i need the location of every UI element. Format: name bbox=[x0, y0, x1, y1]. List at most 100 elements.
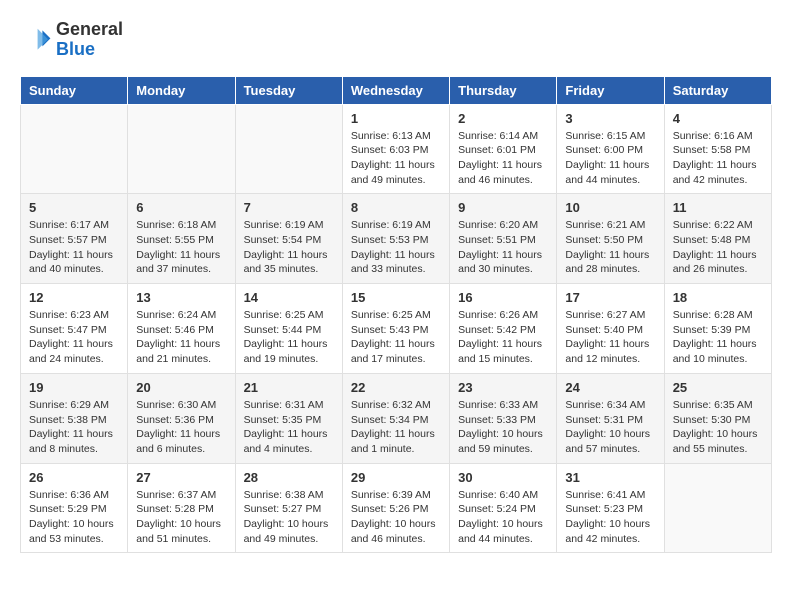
calendar-cell: 24 Sunrise: 6:34 AM Sunset: 5:31 PM Dayli… bbox=[557, 373, 664, 463]
day-of-week-header: Wednesday bbox=[342, 76, 449, 104]
calendar-cell bbox=[664, 463, 771, 553]
day-number: 27 bbox=[136, 470, 226, 485]
day-info: Sunrise: 6:39 AM Sunset: 5:26 PM Dayligh… bbox=[351, 488, 441, 547]
day-info: Sunrise: 6:38 AM Sunset: 5:27 PM Dayligh… bbox=[244, 488, 334, 547]
day-info: Sunrise: 6:34 AM Sunset: 5:31 PM Dayligh… bbox=[565, 398, 655, 457]
day-info: Sunrise: 6:40 AM Sunset: 5:24 PM Dayligh… bbox=[458, 488, 548, 547]
day-number: 3 bbox=[565, 111, 655, 126]
calendar-week-row: 19 Sunrise: 6:29 AM Sunset: 5:38 PM Dayli… bbox=[21, 373, 772, 463]
day-number: 17 bbox=[565, 290, 655, 305]
calendar-cell: 3 Sunrise: 6:15 AM Sunset: 6:00 PM Daylig… bbox=[557, 104, 664, 194]
day-number: 31 bbox=[565, 470, 655, 485]
calendar-cell: 6Sunrise: 6:18 AM Sunset: 5:55 PM Daylig… bbox=[128, 194, 235, 284]
day-info: Sunrise: 6:29 AM Sunset: 5:38 PM Dayligh… bbox=[29, 398, 119, 457]
calendar-cell: 20 Sunrise: 6:30 AM Sunset: 5:36 PM Dayli… bbox=[128, 373, 235, 463]
day-of-week-header: Sunday bbox=[21, 76, 128, 104]
calendar-cell: 12Sunrise: 6:23 AM Sunset: 5:47 PM Dayli… bbox=[21, 284, 128, 374]
day-info: Sunrise: 6:20 AM Sunset: 5:51 PM Dayligh… bbox=[458, 218, 548, 277]
calendar-cell: 31 Sunrise: 6:41 AM Sunset: 5:23 PM Dayli… bbox=[557, 463, 664, 553]
day-number: 24 bbox=[565, 380, 655, 395]
calendar-cell: 19 Sunrise: 6:29 AM Sunset: 5:38 PM Dayli… bbox=[21, 373, 128, 463]
calendar-cell: 26 Sunrise: 6:36 AM Sunset: 5:29 PM Dayli… bbox=[21, 463, 128, 553]
day-info: Sunrise: 6:33 AM Sunset: 5:33 PM Dayligh… bbox=[458, 398, 548, 457]
day-number: 30 bbox=[458, 470, 548, 485]
day-of-week-header: Saturday bbox=[664, 76, 771, 104]
calendar-cell: 29 Sunrise: 6:39 AM Sunset: 5:26 PM Dayli… bbox=[342, 463, 449, 553]
logo-icon bbox=[20, 24, 52, 56]
day-info: Sunrise: 6:37 AM Sunset: 5:28 PM Dayligh… bbox=[136, 488, 226, 547]
day-info: Sunrise: 6:19 AM Sunset: 5:53 PM Dayligh… bbox=[351, 218, 441, 277]
logo: General Blue bbox=[20, 20, 123, 60]
calendar-cell: 25Sunrise: 6:35 AM Sunset: 5:30 PM Dayli… bbox=[664, 373, 771, 463]
calendar-cell: 11 Sunrise: 6:22 AM Sunset: 5:48 PM Dayli… bbox=[664, 194, 771, 284]
day-info: Sunrise: 6:28 AM Sunset: 5:39 PM Dayligh… bbox=[673, 308, 763, 367]
calendar-cell: 15 Sunrise: 6:25 AM Sunset: 5:43 PM Dayli… bbox=[342, 284, 449, 374]
day-info: Sunrise: 6:36 AM Sunset: 5:29 PM Dayligh… bbox=[29, 488, 119, 547]
calendar-cell: 23 Sunrise: 6:33 AM Sunset: 5:33 PM Dayli… bbox=[450, 373, 557, 463]
day-number: 20 bbox=[136, 380, 226, 395]
day-number: 26 bbox=[29, 470, 119, 485]
day-info: Sunrise: 6:13 AM Sunset: 6:03 PM Dayligh… bbox=[351, 129, 441, 188]
day-number: 4 bbox=[673, 111, 763, 126]
calendar-cell bbox=[235, 104, 342, 194]
day-info: Sunrise: 6:19 AM Sunset: 5:54 PM Dayligh… bbox=[244, 218, 334, 277]
logo-text: General Blue bbox=[56, 20, 123, 60]
day-number: 25 bbox=[673, 380, 763, 395]
calendar-cell: 28 Sunrise: 6:38 AM Sunset: 5:27 PM Dayli… bbox=[235, 463, 342, 553]
day-info: Sunrise: 6:15 AM Sunset: 6:00 PM Dayligh… bbox=[565, 129, 655, 188]
day-number: 13 bbox=[136, 290, 226, 305]
day-number: 21 bbox=[244, 380, 334, 395]
day-info: Sunrise: 6:25 AM Sunset: 5:44 PM Dayligh… bbox=[244, 308, 334, 367]
day-number: 6 bbox=[136, 200, 226, 215]
calendar-cell: 16 Sunrise: 6:26 AM Sunset: 5:42 PM Dayli… bbox=[450, 284, 557, 374]
day-info: Sunrise: 6:21 AM Sunset: 5:50 PM Dayligh… bbox=[565, 218, 655, 277]
day-info: Sunrise: 6:14 AM Sunset: 6:01 PM Dayligh… bbox=[458, 129, 548, 188]
calendar-week-row: 12Sunrise: 6:23 AM Sunset: 5:47 PM Dayli… bbox=[21, 284, 772, 374]
day-info: Sunrise: 6:25 AM Sunset: 5:43 PM Dayligh… bbox=[351, 308, 441, 367]
page-header: General Blue bbox=[20, 20, 772, 60]
day-number: 19 bbox=[29, 380, 119, 395]
day-info: Sunrise: 6:24 AM Sunset: 5:46 PM Dayligh… bbox=[136, 308, 226, 367]
calendar-cell: 27 Sunrise: 6:37 AM Sunset: 5:28 PM Dayli… bbox=[128, 463, 235, 553]
day-number: 11 bbox=[673, 200, 763, 215]
calendar-cell: 9 Sunrise: 6:20 AM Sunset: 5:51 PM Daylig… bbox=[450, 194, 557, 284]
day-of-week-header: Monday bbox=[128, 76, 235, 104]
day-of-week-header: Tuesday bbox=[235, 76, 342, 104]
day-number: 9 bbox=[458, 200, 548, 215]
day-info: Sunrise: 6:22 AM Sunset: 5:48 PM Dayligh… bbox=[673, 218, 763, 277]
calendar-cell: 10Sunrise: 6:21 AM Sunset: 5:50 PM Dayli… bbox=[557, 194, 664, 284]
calendar-table: SundayMondayTuesdayWednesdayThursdayFrid… bbox=[20, 76, 772, 554]
day-info: Sunrise: 6:23 AM Sunset: 5:47 PM Dayligh… bbox=[29, 308, 119, 367]
calendar-cell: 2Sunrise: 6:14 AM Sunset: 6:01 PM Daylig… bbox=[450, 104, 557, 194]
day-number: 29 bbox=[351, 470, 441, 485]
day-number: 16 bbox=[458, 290, 548, 305]
day-info: Sunrise: 6:30 AM Sunset: 5:36 PM Dayligh… bbox=[136, 398, 226, 457]
day-number: 5 bbox=[29, 200, 119, 215]
day-number: 28 bbox=[244, 470, 334, 485]
day-info: Sunrise: 6:27 AM Sunset: 5:40 PM Dayligh… bbox=[565, 308, 655, 367]
calendar-cell: 5 Sunrise: 6:17 AM Sunset: 5:57 PM Daylig… bbox=[21, 194, 128, 284]
day-info: Sunrise: 6:32 AM Sunset: 5:34 PM Dayligh… bbox=[351, 398, 441, 457]
calendar-cell: 22 Sunrise: 6:32 AM Sunset: 5:34 PM Dayli… bbox=[342, 373, 449, 463]
calendar-cell: 4 Sunrise: 6:16 AM Sunset: 5:58 PM Daylig… bbox=[664, 104, 771, 194]
calendar-week-row: 26 Sunrise: 6:36 AM Sunset: 5:29 PM Dayli… bbox=[21, 463, 772, 553]
calendar-week-row: 5 Sunrise: 6:17 AM Sunset: 5:57 PM Daylig… bbox=[21, 194, 772, 284]
day-number: 15 bbox=[351, 290, 441, 305]
day-number: 22 bbox=[351, 380, 441, 395]
day-info: Sunrise: 6:41 AM Sunset: 5:23 PM Dayligh… bbox=[565, 488, 655, 547]
calendar-cell: 14Sunrise: 6:25 AM Sunset: 5:44 PM Dayli… bbox=[235, 284, 342, 374]
day-of-week-header: Friday bbox=[557, 76, 664, 104]
calendar-cell: 18 Sunrise: 6:28 AM Sunset: 5:39 PM Dayli… bbox=[664, 284, 771, 374]
calendar-week-row: 1Sunrise: 6:13 AM Sunset: 6:03 PM Daylig… bbox=[21, 104, 772, 194]
day-info: Sunrise: 6:17 AM Sunset: 5:57 PM Dayligh… bbox=[29, 218, 119, 277]
calendar-cell: 7 Sunrise: 6:19 AM Sunset: 5:54 PM Daylig… bbox=[235, 194, 342, 284]
day-info: Sunrise: 6:26 AM Sunset: 5:42 PM Dayligh… bbox=[458, 308, 548, 367]
calendar-header: SundayMondayTuesdayWednesdayThursdayFrid… bbox=[21, 76, 772, 104]
day-number: 18 bbox=[673, 290, 763, 305]
day-number: 7 bbox=[244, 200, 334, 215]
calendar-cell: 30 Sunrise: 6:40 AM Sunset: 5:24 PM Dayli… bbox=[450, 463, 557, 553]
day-info: Sunrise: 6:16 AM Sunset: 5:58 PM Dayligh… bbox=[673, 129, 763, 188]
day-number: 23 bbox=[458, 380, 548, 395]
calendar-cell: 1Sunrise: 6:13 AM Sunset: 6:03 PM Daylig… bbox=[342, 104, 449, 194]
day-of-week-header: Thursday bbox=[450, 76, 557, 104]
